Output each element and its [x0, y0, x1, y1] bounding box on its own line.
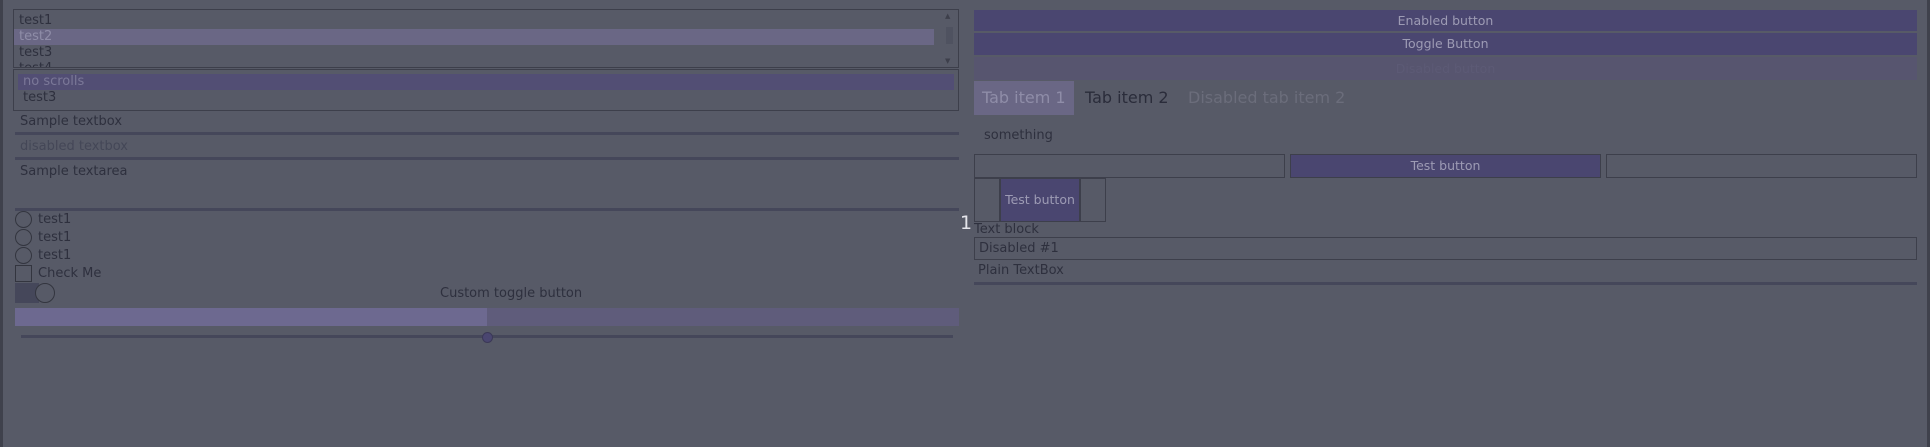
toggle-button[interactable]: Toggle Button	[974, 33, 1917, 55]
radio-button[interactable]	[15, 247, 32, 264]
radio-label: test1	[38, 248, 72, 263]
enabled-button[interactable]: Enabled button	[974, 10, 1917, 31]
list-item-selected[interactable]: no scrolls	[18, 74, 954, 90]
toggle-switch[interactable]	[15, 283, 57, 303]
input-box[interactable]	[1606, 154, 1917, 178]
toggle-knob	[35, 283, 55, 303]
list-item-selected[interactable]: test2	[14, 29, 934, 45]
list-item[interactable]: test3	[18, 90, 954, 106]
textarea-underline	[15, 208, 959, 211]
grid-cell	[974, 178, 1000, 222]
tab-item-disabled: Disabled tab item 2	[1188, 88, 1346, 107]
scrollbar[interactable]: ▲ ▼	[944, 12, 955, 65]
slider[interactable]	[21, 332, 953, 343]
scrollbar-thumb[interactable]	[946, 27, 953, 44]
plain-textbox[interactable]: Plain TextBox	[978, 263, 1064, 279]
listbox[interactable]: test1 test2 test3 test4 ▲ ▼	[13, 9, 959, 68]
sample-textarea[interactable]: Sample textarea	[20, 164, 128, 180]
scroll-down-icon[interactable]: ▼	[945, 57, 950, 65]
disabled-button: Disabled button	[974, 57, 1917, 80]
radio-button[interactable]	[15, 211, 32, 228]
toggle-label: Custom toggle button	[440, 286, 583, 301]
textbox-underline	[15, 132, 959, 135]
tab-item-2[interactable]: Tab item 2	[1077, 81, 1177, 115]
slider-thumb[interactable]	[481, 332, 493, 343]
radio-button[interactable]	[15, 229, 32, 246]
disabled-input: Disabled #1	[974, 237, 1917, 260]
listbox-no-scroll[interactable]: no scrolls test3	[13, 69, 959, 111]
badge: 1	[960, 212, 973, 234]
list-item[interactable]: test3	[14, 45, 934, 61]
disabled-input-text: Disabled #1	[979, 241, 1059, 256]
test-button[interactable]: Test button	[1290, 154, 1601, 178]
plain-textbox-underline	[974, 282, 1917, 285]
checkbox[interactable]	[15, 265, 32, 282]
list-item[interactable]: test4	[14, 61, 934, 67]
scroll-up-icon[interactable]: ▲	[945, 12, 950, 20]
checkbox-label: Check Me	[38, 266, 102, 281]
radio-label: test1	[38, 230, 72, 245]
tab-item-1[interactable]: Tab item 1	[974, 81, 1074, 115]
disabled-textbox-underline	[15, 157, 959, 160]
progress-fill	[15, 308, 487, 326]
radio-label: test1	[38, 212, 72, 227]
test-button-small[interactable]: Test button	[1000, 178, 1080, 222]
grid-cell	[1080, 178, 1106, 222]
sample-textbox[interactable]: Sample textbox	[20, 114, 122, 130]
disabled-textbox: disabled textbox	[20, 139, 129, 154]
input-box[interactable]	[974, 154, 1285, 178]
tab-content-text: something	[984, 128, 1053, 143]
list-item[interactable]: test1	[14, 13, 934, 29]
progress-bar	[15, 308, 959, 326]
text-block: Text block	[974, 222, 1039, 237]
